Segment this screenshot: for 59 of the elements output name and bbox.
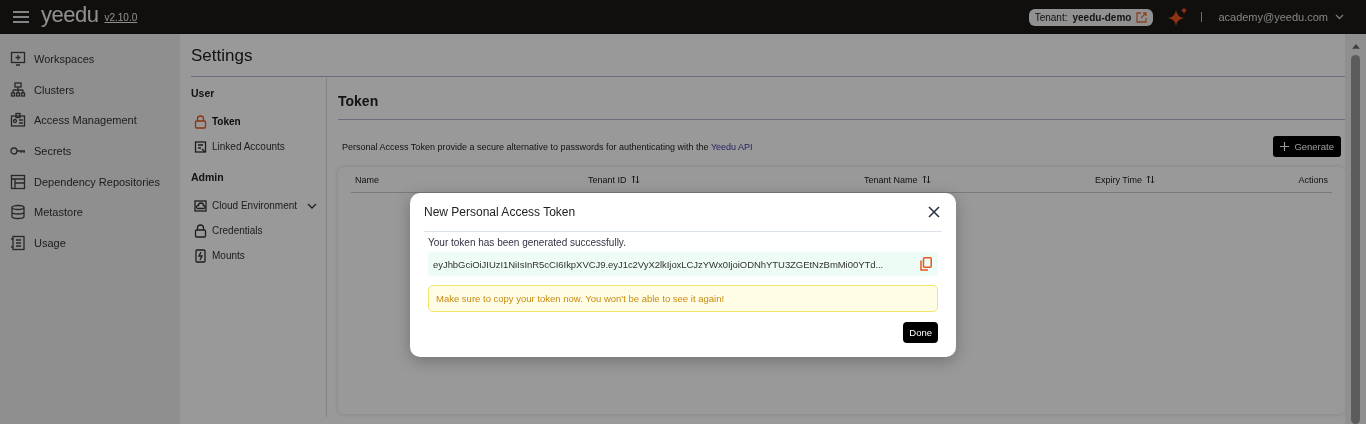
column-header: Actions xyxy=(1298,174,1328,185)
tenant-name: yeedu-demo xyxy=(1072,11,1132,23)
sidebar-item[interactable]: Secrets xyxy=(0,135,180,167)
database-icon xyxy=(10,204,26,221)
generate-button[interactable]: Generate xyxy=(1273,136,1341,157)
settings-menu-item[interactable]: Linked Accounts xyxy=(191,134,326,159)
chevron-down-icon xyxy=(307,202,318,209)
logo: yeedu xyxy=(41,2,99,28)
sidebar-item[interactable]: Metastore xyxy=(0,196,180,228)
warning-message: Make sure to copy your token now. You won't be able to see it again! xyxy=(428,285,938,312)
sidebar-item[interactable]: Workspaces xyxy=(0,44,180,75)
group-heading: Admin xyxy=(191,170,225,185)
window-icon xyxy=(10,173,26,190)
scroll-up-icon[interactable] xyxy=(1351,44,1360,49)
column-header[interactable]: Tenant ID xyxy=(588,174,864,185)
copy-icon[interactable] xyxy=(920,257,932,271)
external-link-icon xyxy=(1136,11,1148,23)
lightning-document-icon xyxy=(194,248,207,263)
done-button[interactable]: Done xyxy=(903,322,938,343)
lock-icon xyxy=(194,223,207,238)
close-icon[interactable] xyxy=(928,206,940,218)
menu-icon[interactable] xyxy=(13,11,29,23)
network-icon xyxy=(10,81,26,98)
success-message: Your token has been generated successfully. xyxy=(428,237,627,248)
section-title: Token xyxy=(338,77,1345,120)
sort-icon xyxy=(921,175,931,184)
plus-icon xyxy=(1280,142,1290,151)
sidebar-item[interactable]: Access Management xyxy=(0,105,180,136)
tenant-pill[interactable]: Tenant: yeedu-demo xyxy=(1028,8,1154,26)
dialog-title: New Personal Access Token xyxy=(424,205,576,219)
sort-icon xyxy=(1146,175,1155,184)
lock-icon xyxy=(194,114,207,129)
id-badge-icon xyxy=(10,112,26,129)
version-link[interactable]: v2.10.0 xyxy=(104,11,138,23)
document-icon xyxy=(10,234,26,251)
column-header[interactable]: Tenant Name xyxy=(864,174,1095,185)
settings-menu-item[interactable]: Cloud Environment xyxy=(191,193,326,218)
column-header: Name xyxy=(355,174,380,185)
group-heading: User xyxy=(191,87,216,101)
sidebar-item[interactable]: Dependency Repositories xyxy=(0,166,180,197)
scrollbar-thumb[interactable] xyxy=(1351,54,1360,424)
token-field: eyJhbGciOiJIUzI1NiIsInR5cCI6IkpXVCJ9.eyJ1c2VyX2lkIjoxLCJzYWx0IjoiODNhYTU3ZGEtNzBmMi00YTd... xyxy=(428,252,938,276)
column-header[interactable]: Expiry Time xyxy=(1095,174,1299,185)
sparkle-icon[interactable] xyxy=(1167,7,1190,27)
sidebar-item[interactable]: Usage xyxy=(0,227,180,259)
description: Personal Access Token provide a secure alternative to passwords for authenticating with the Yeedu API xyxy=(342,141,753,152)
sidebar-item[interactable]: Clusters xyxy=(0,74,180,106)
monitor-icon xyxy=(10,51,26,68)
settings-menu-item[interactable]: Mounts xyxy=(191,243,326,268)
chevron-down-icon xyxy=(1335,14,1344,20)
settings-menu-item[interactable]: Token xyxy=(191,109,326,134)
api-link[interactable]: Yeedu API xyxy=(710,141,753,152)
user-menu[interactable]: academy@yeedu.com xyxy=(1218,11,1344,23)
tenant-label: Tenant: xyxy=(1034,11,1068,23)
sort-icon xyxy=(630,175,640,184)
settings-menu-item[interactable]: Credentials xyxy=(191,218,326,243)
document-link-icon xyxy=(194,139,207,154)
cloud-icon xyxy=(194,198,207,213)
page-title: Settings xyxy=(191,34,1345,77)
